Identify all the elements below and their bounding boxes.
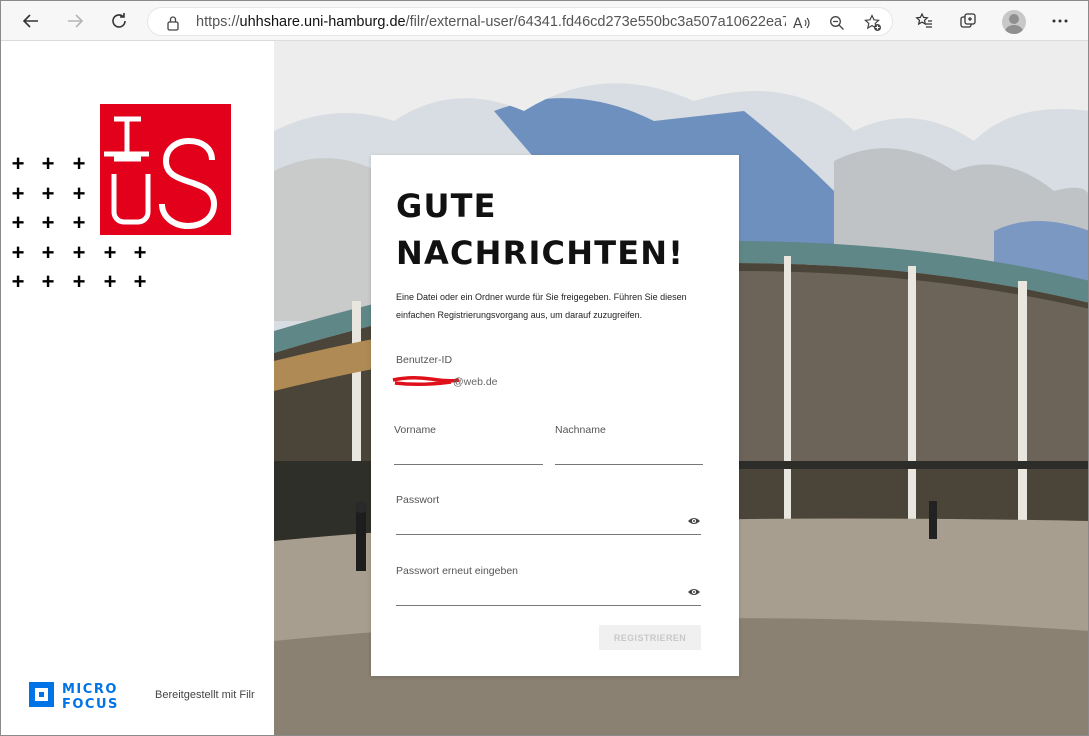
url-host: uhhshare.uni-hamburg.de <box>239 14 406 30</box>
forward-button[interactable] <box>60 6 90 36</box>
card-title: GUTE NACHRICHTEN! <box>396 183 726 277</box>
browser-window: https://uhhshare.uni-hamburg.de/filr/ext… <box>0 0 1089 736</box>
forward-arrow-icon <box>68 14 84 28</box>
provided-by-text: Bereitgestellt mit Filr <box>155 689 255 701</box>
lastname-label: Nachname <box>555 424 606 436</box>
password-label: Passwort <box>396 494 440 506</box>
redaction-scribble <box>392 375 460 387</box>
profile-avatar[interactable] <box>1002 10 1026 34</box>
card-description: Eine Datei oder ein Ordner wurde für Sie… <box>396 292 687 320</box>
reload-button[interactable] <box>104 6 134 36</box>
title-line-1: GUTE <box>396 187 497 225</box>
uhh-logo <box>100 104 231 235</box>
url-path: /filr/external-user/64341.fd46cd273e550b… <box>405 14 786 30</box>
password-confirm-input[interactable] <box>396 605 701 606</box>
add-favorite-icon[interactable] <box>862 12 884 34</box>
read-aloud-icon[interactable]: A <box>791 12 813 34</box>
collections-icon <box>960 13 976 28</box>
title-line-2: NACHRICHTEN! <box>396 234 685 272</box>
password-input[interactable] <box>396 534 701 535</box>
microfocus-line1: MICRO <box>62 682 118 697</box>
userid-label: Benutzer-ID <box>396 354 453 366</box>
zoom-icon[interactable] <box>826 12 848 34</box>
lastname-input[interactable] <box>555 464 703 465</box>
register-button[interactable]: REGISTRIEREN <box>599 625 701 650</box>
address-bar[interactable]: https://uhhshare.uni-hamburg.de/filr/ext… <box>147 7 893 36</box>
favorites-list-icon <box>915 12 932 28</box>
show-password-confirm-icon[interactable] <box>687 587 701 597</box>
svg-text:A: A <box>793 16 803 31</box>
password-confirm-label: Passwort erneut eingeben <box>396 565 518 577</box>
microfocus-logo: MICRO FOCUS <box>28 679 140 712</box>
collections-button[interactable] <box>953 6 983 36</box>
left-branding-panel: + + + + + + + + + + + + + + + + + + + MI… <box>1 41 274 735</box>
registration-card: GUTE NACHRICHTEN! Eine Datei oder ein Or… <box>371 155 739 676</box>
favorites-button[interactable] <box>909 6 939 36</box>
microfocus-line2: FOCUS <box>62 697 119 711</box>
back-arrow-icon <box>22 14 38 28</box>
url-text[interactable]: https://uhhshare.uni-hamburg.de/filr/ext… <box>196 14 786 30</box>
lock-icon[interactable] <box>162 12 184 34</box>
more-dots-icon <box>1052 19 1068 23</box>
firstname-label: Vorname <box>394 424 437 436</box>
firstname-input[interactable] <box>394 464 543 465</box>
show-password-icon[interactable] <box>687 516 701 526</box>
settings-menu-button[interactable] <box>1045 6 1075 36</box>
reload-icon <box>112 13 126 28</box>
browser-toolbar: https://uhhshare.uni-hamburg.de/filr/ext… <box>1 1 1088 41</box>
userid-value: @web.de <box>453 376 498 388</box>
back-button[interactable] <box>16 6 46 36</box>
url-scheme: https:// <box>196 14 240 30</box>
